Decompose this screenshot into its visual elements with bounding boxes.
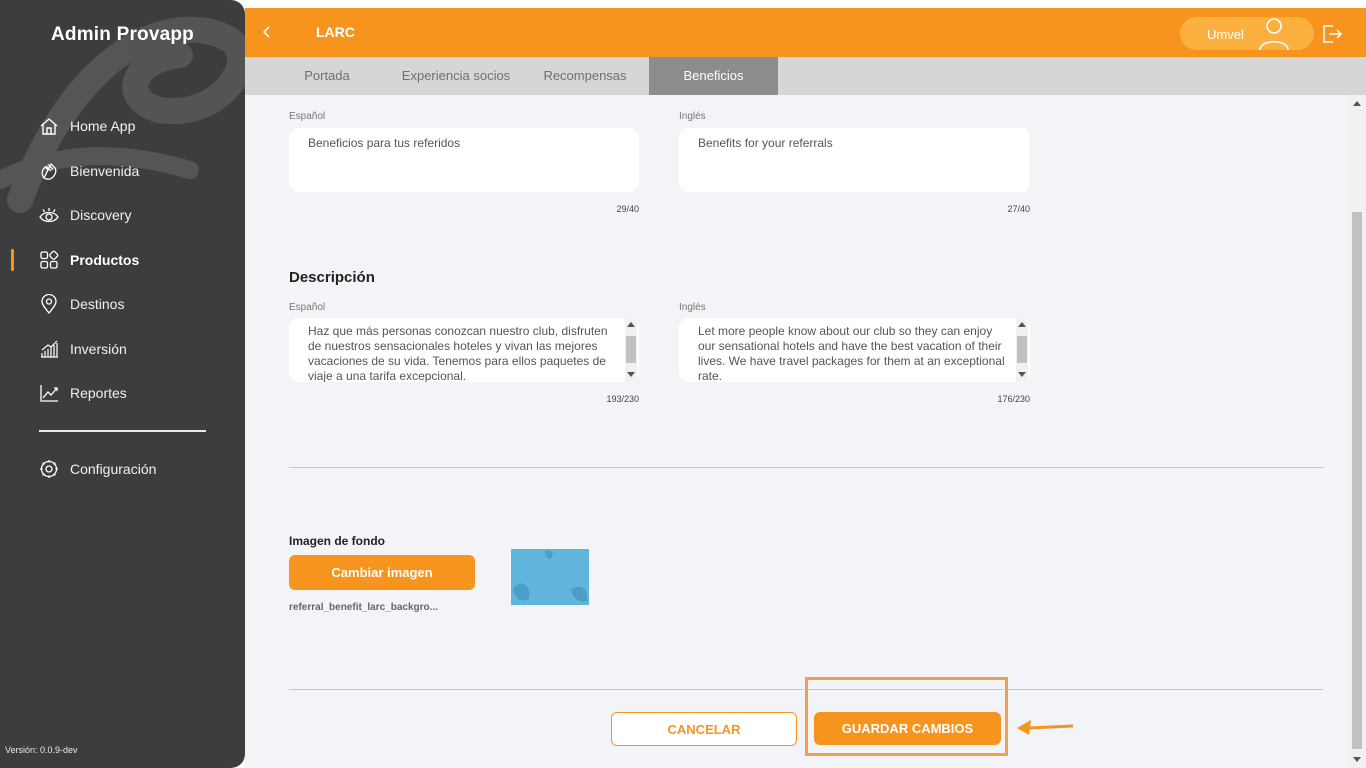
page-scrollbar[interactable] [1349, 95, 1366, 768]
tab-portada[interactable]: Portada [285, 57, 369, 95]
sidebar-nav: Home App Bienvenida Discovery Productos … [0, 104, 245, 416]
change-image-button[interactable]: Cambiar imagen [289, 555, 475, 590]
sidebar-item-label: Home App [70, 118, 136, 135]
gear-icon [38, 458, 60, 480]
title-en-label: Inglés [679, 111, 706, 122]
sidebar-divider [39, 430, 206, 432]
scroll-thumb[interactable] [1017, 336, 1027, 363]
textarea-scrollbar[interactable] [1016, 318, 1028, 382]
scroll-up-icon[interactable] [1353, 101, 1361, 106]
top-bar: LARC Umvel [245, 8, 1366, 57]
sidebar-item-bienvenida[interactable]: Bienvenida [0, 149, 245, 194]
version-label: Versión: 0.0.9-dev [5, 745, 78, 755]
title-en-input[interactable]: Benefits for your referrals [679, 128, 1030, 192]
grid-icon [38, 249, 60, 271]
logout-icon [1323, 25, 1343, 43]
line-chart-icon [38, 382, 60, 404]
sidebar-item-label: Destinos [70, 296, 125, 313]
back-button[interactable] [257, 22, 277, 42]
tab-experiencia-socios[interactable]: Experiencia socios [395, 57, 517, 95]
textarea-scrollbar[interactable] [625, 318, 637, 382]
home-icon [38, 115, 60, 137]
sidebar-item-label: Bienvenida [70, 162, 140, 179]
sidebar-item-label: Reportes [70, 385, 127, 402]
background-image-label: Imagen de fondo [289, 534, 385, 548]
title-es-counter: 29/40 [616, 204, 639, 214]
background-image-preview [511, 549, 589, 605]
title-es-label: Español [289, 111, 326, 122]
sidebar-item-label: Discovery [70, 207, 132, 224]
user-menu-button[interactable]: Umvel [1180, 17, 1314, 50]
sidebar-item-label: Productos [70, 251, 140, 268]
sidebar-item-productos[interactable]: Productos [0, 238, 245, 283]
scroll-down-icon[interactable] [627, 372, 635, 377]
cancel-button[interactable]: CANCELAR [611, 712, 797, 746]
user-avatar-icon [1259, 18, 1289, 50]
sidebar-item-inversion[interactable]: Inversión [0, 327, 245, 372]
sidebar: Admin Provapp Home App Bienvenida Discov… [0, 0, 245, 768]
title-es-input[interactable]: Beneficios para tus referidos [289, 128, 639, 192]
description-es-counter: 193/230 [606, 394, 639, 404]
description-title: Descripción [289, 269, 375, 286]
scroll-up-icon[interactable] [627, 322, 635, 327]
description-es-text: Haz que más personas conozcan nuestro cl… [308, 324, 608, 382]
scroll-up-icon[interactable] [1018, 322, 1026, 327]
user-name: Umvel [1207, 27, 1244, 42]
app-brand: Admin Provapp [50, 24, 194, 45]
description-en-label: Inglés [679, 302, 706, 313]
scroll-thumb[interactable] [1352, 212, 1362, 749]
image-filename: referral_benefit_larc_backgro... [289, 602, 438, 613]
location-pin-icon [38, 293, 60, 315]
scroll-down-icon[interactable] [1018, 372, 1026, 377]
scroll-down-icon[interactable] [1353, 757, 1361, 762]
save-changes-button[interactable]: GUARDAR CAMBIOS [814, 712, 1001, 745]
tab-beneficios[interactable]: Beneficios [649, 57, 778, 95]
description-es-label: Español [289, 302, 326, 313]
description-en-counter: 176/230 [997, 394, 1030, 404]
chevron-left-icon [262, 26, 270, 38]
scroll-thumb[interactable] [626, 336, 636, 363]
bar-chart-icon [38, 338, 60, 360]
sidebar-item-destinos[interactable]: Destinos [0, 282, 245, 327]
pointer-arrow-icon [1017, 720, 1074, 735]
leaf-pattern-icon [513, 550, 588, 602]
sidebar-item-reportes[interactable]: Reportes [0, 371, 245, 416]
sidebar-item-configuracion[interactable]: Configuración [0, 447, 245, 492]
title-en-counter: 27/40 [1007, 204, 1030, 214]
section-divider [289, 467, 1323, 468]
description-es-textarea[interactable]: Haz que más personas conozcan nuestro cl… [289, 318, 639, 382]
eye-icon [38, 204, 60, 226]
wave-hand-icon [38, 160, 60, 182]
page-title: LARC [316, 24, 355, 40]
sidebar-item-label: Inversión [70, 340, 127, 357]
logout-button[interactable] [1321, 24, 1343, 44]
section-tabs: Portada Experiencia socios Recompensas B… [245, 57, 1366, 95]
sidebar-item-label: Configuración [70, 461, 157, 478]
sidebar-item-home-app[interactable]: Home App [0, 104, 245, 149]
description-en-textarea[interactable]: Let more people know about our club so t… [679, 318, 1030, 382]
main-content: Español Beneficios para tus referidos 29… [245, 95, 1349, 768]
description-en-text: Let more people know about our club so t… [698, 324, 1005, 382]
tab-recompensas[interactable]: Recompensas [537, 57, 633, 95]
sidebar-item-discovery[interactable]: Discovery [0, 193, 245, 238]
